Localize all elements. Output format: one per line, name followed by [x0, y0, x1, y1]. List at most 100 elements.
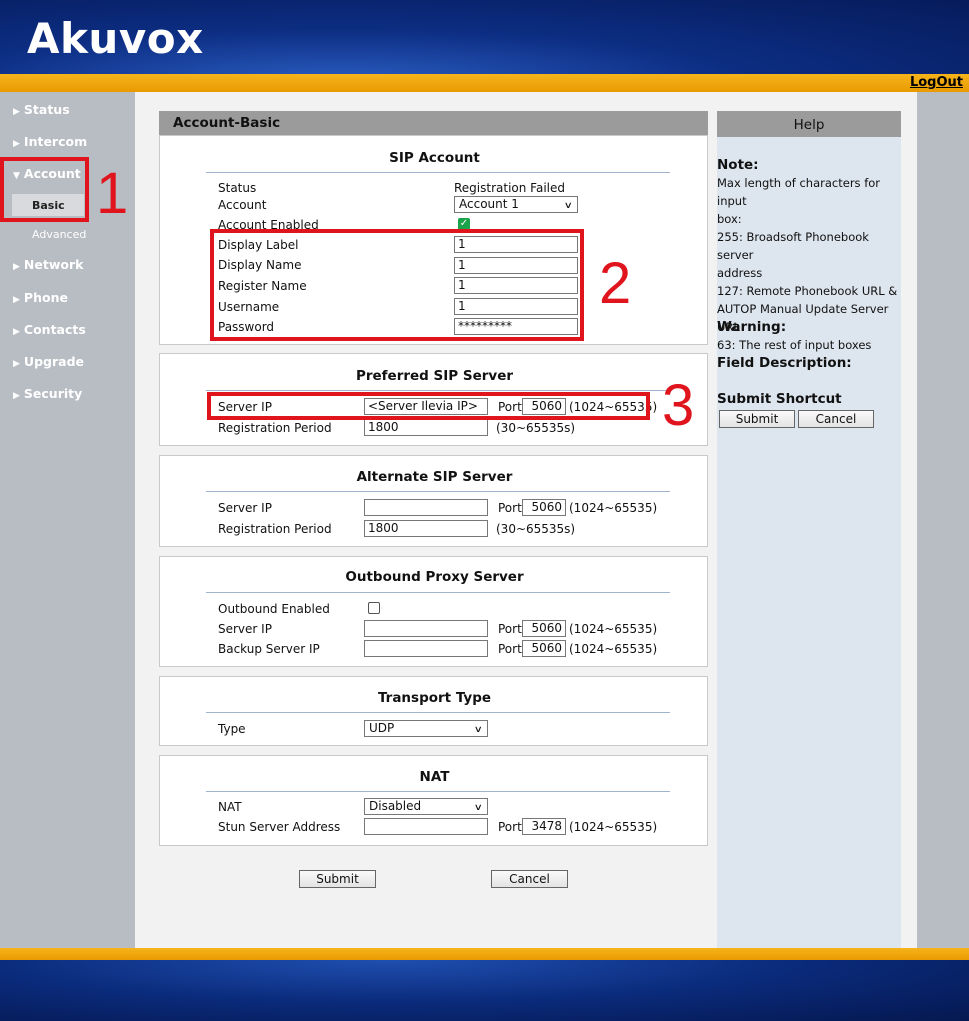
- account-select-value: Account 1: [459, 197, 519, 211]
- transport-type-value: UDP: [369, 721, 395, 735]
- help-note-line: 63: The rest of input boxes: [717, 338, 872, 352]
- port-label: Port: [498, 622, 522, 636]
- registration-range: (30~65535s): [496, 421, 576, 435]
- logout-link[interactable]: LogOut: [910, 75, 963, 90]
- account-select[interactable]: Account 1 ∨: [454, 196, 578, 213]
- port-range: (1024~65535): [569, 622, 658, 636]
- sidebar-item-status[interactable]: ▶ Status: [13, 102, 70, 117]
- help-note-line: 127: Remote Phonebook URL &: [717, 284, 898, 298]
- chevron-down-icon: ∨: [474, 725, 484, 735]
- annotation-number-3: 3: [662, 373, 695, 438]
- help-submit-shortcut-heading: Submit Shortcut: [717, 391, 842, 407]
- port-range: (1024~65535): [569, 501, 658, 515]
- annotation-box-1: [0, 157, 89, 222]
- status-value: Registration Failed: [454, 181, 565, 195]
- cancel-button[interactable]: Cancel: [491, 870, 568, 888]
- annotation-box-3: [207, 392, 650, 420]
- sidebar-item-network[interactable]: ▶ Network: [13, 257, 83, 272]
- help-title: Help: [717, 111, 901, 137]
- registration-period-input[interactable]: 1800: [364, 520, 488, 537]
- sidebar-item-contacts[interactable]: ▶ Contacts: [13, 322, 86, 337]
- triangle-right-icon: ▶: [13, 262, 20, 272]
- section-title: Alternate SIP Server: [356, 469, 513, 485]
- registration-range: (30~65535s): [496, 522, 576, 536]
- server-ip-input[interactable]: [364, 499, 488, 516]
- sidebar-item-upgrade[interactable]: ▶ Upgrade: [13, 354, 84, 369]
- help-warning-heading: Warning:: [717, 319, 787, 335]
- nat-select-value: Disabled: [369, 799, 422, 813]
- port-range: (1024~65535): [569, 820, 658, 834]
- triangle-right-icon: ▶: [13, 359, 20, 369]
- port-input[interactable]: 5060: [522, 499, 566, 516]
- help-note-line: 255: Broadsoft Phonebook server: [717, 230, 869, 262]
- section-divider: [206, 712, 670, 713]
- nat-select[interactable]: Disabled ∨: [364, 798, 488, 815]
- sidebar-item-intercom[interactable]: ▶ Intercom: [13, 134, 87, 149]
- submit-button[interactable]: Submit: [299, 870, 376, 888]
- transport-type-section: Transport Type Type UDP ∨: [159, 676, 708, 746]
- triangle-right-icon: ▶: [13, 107, 20, 117]
- sidebar-item-label: Contacts: [23, 322, 86, 337]
- annotation-box-2: [210, 229, 584, 341]
- annotation-number-1: 1: [96, 161, 129, 226]
- nat-label: NAT: [218, 800, 242, 814]
- sidebar-item-phone[interactable]: ▶ Phone: [13, 290, 68, 305]
- backup-port-range: (1024~65535): [569, 642, 658, 656]
- help-cancel-button[interactable]: Cancel: [798, 410, 874, 428]
- transport-type-select[interactable]: UDP ∨: [364, 720, 488, 737]
- triangle-right-icon: ▶: [13, 295, 20, 305]
- backup-port-label: Port: [498, 642, 522, 656]
- top-orange-bar: [0, 74, 969, 92]
- outbound-enabled-checkbox[interactable]: [368, 602, 380, 614]
- section-divider: [206, 791, 670, 792]
- registration-period-label: Registration Period: [218, 421, 332, 435]
- registration-period-label: Registration Period: [218, 522, 332, 536]
- header-banner: Akuvox: [0, 0, 969, 74]
- section-divider: [206, 592, 670, 593]
- status-label: Status: [218, 181, 257, 195]
- sidebar-item-label: Intercom: [23, 134, 88, 149]
- triangle-right-icon: ▶: [13, 327, 20, 337]
- help-note-line: Max length of characters for input: [717, 176, 881, 208]
- section-title: NAT: [419, 769, 450, 785]
- section-title: Transport Type: [377, 690, 492, 706]
- help-note-heading: Note:: [717, 157, 759, 173]
- footer-banner: [0, 960, 969, 1021]
- server-ip-label: Server IP: [218, 501, 272, 515]
- nat-section: NAT NAT Disabled ∨ Stun Server Address Po…: [159, 755, 708, 846]
- sidebar-item-label: Status: [23, 102, 70, 117]
- backup-server-ip-input[interactable]: [364, 640, 488, 657]
- triangle-right-icon: ▶: [13, 391, 20, 401]
- help-note-line: address: [717, 266, 763, 280]
- port-label: Port: [498, 501, 522, 515]
- registration-period-input[interactable]: 1800: [364, 419, 488, 436]
- sidebar-subitem-advanced[interactable]: Advanced: [32, 228, 86, 241]
- section-divider: [206, 491, 670, 492]
- backup-port-input[interactable]: 5060: [522, 640, 566, 657]
- outbound-enabled-label: Outbound Enabled: [218, 602, 330, 616]
- help-submit-button[interactable]: Submit: [719, 410, 795, 428]
- help-note-line: box:: [717, 212, 742, 226]
- account-label: Account: [218, 198, 267, 212]
- server-ip-input[interactable]: [364, 620, 488, 637]
- section-title: Preferred SIP Server: [355, 368, 514, 384]
- annotation-number-2: 2: [599, 251, 632, 316]
- help-field-description-heading: Field Description:: [717, 355, 852, 371]
- sidebar-item-label: Security: [23, 386, 83, 401]
- sidebar-item-security[interactable]: ▶ Security: [13, 386, 82, 401]
- sidebar-item-label: Network: [23, 257, 84, 272]
- type-label: Type: [218, 722, 246, 736]
- alternate-sip-server-section: Alternate SIP Server Server IP Port 5060…: [159, 455, 708, 547]
- port-input[interactable]: 3478: [522, 818, 566, 835]
- akuvox-logo: Akuvox: [27, 14, 204, 63]
- port-input[interactable]: 5060: [522, 620, 566, 637]
- bottom-orange-bar: [0, 948, 969, 960]
- sidebar-item-label: Upgrade: [23, 354, 84, 369]
- section-divider: [206, 390, 670, 391]
- chevron-down-icon: ∨: [474, 803, 484, 813]
- triangle-right-icon: ▶: [13, 139, 20, 149]
- server-ip-label: Server IP: [218, 622, 272, 636]
- chevron-down-icon: ∨: [564, 201, 574, 211]
- stun-server-input[interactable]: [364, 818, 488, 835]
- right-margin: [917, 92, 969, 948]
